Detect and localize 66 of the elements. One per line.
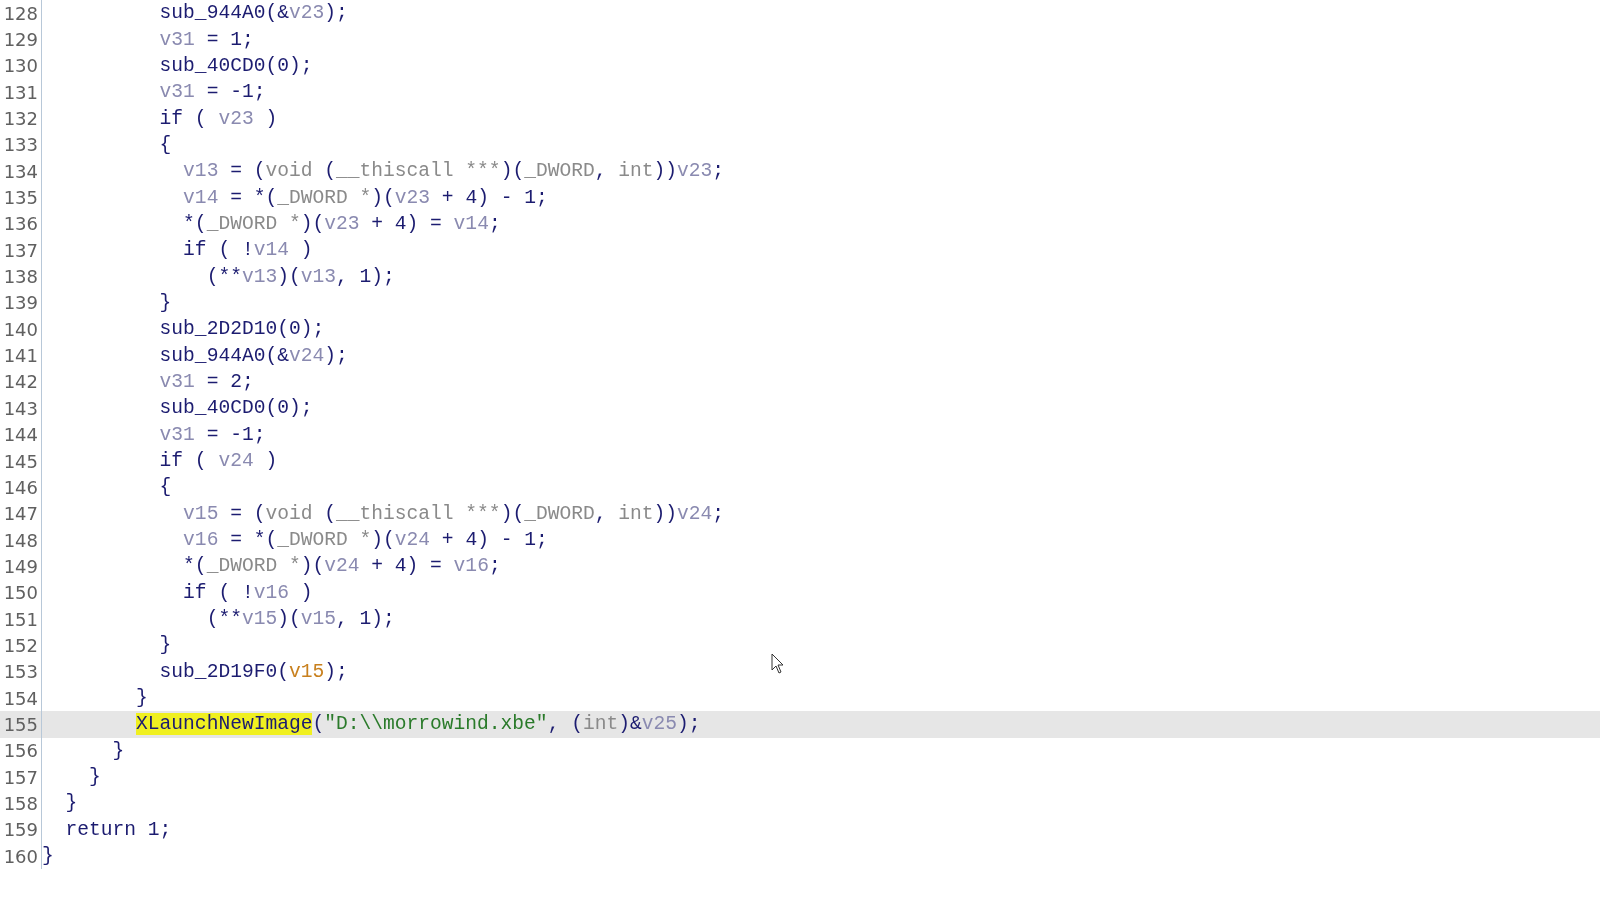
code-line: } xyxy=(64,791,78,817)
line-number: 136 xyxy=(0,210,42,238)
line-number: 140 xyxy=(0,316,42,343)
code-line: v31 = 2; xyxy=(158,370,254,395)
line-number: 147 xyxy=(0,500,42,527)
line-number: 135 xyxy=(0,184,42,211)
code-line: v31 = -1; xyxy=(158,80,266,106)
line-number: 152 xyxy=(0,632,42,659)
code-line: if ( !v16 ) xyxy=(182,580,313,606)
code-line: sub_944A0(&v23); xyxy=(158,1,348,27)
code-line: if ( v24 ) xyxy=(158,449,278,474)
line-number: 145 xyxy=(0,447,42,475)
code-line: v14 = *(_DWORD *)(v23 + 4) - 1; xyxy=(182,185,548,211)
code-line: sub_2D19F0(v15); xyxy=(158,659,348,685)
line-number: 130 xyxy=(0,52,42,80)
code-line: if ( !v14 ) xyxy=(182,238,313,264)
code-line: { xyxy=(158,475,172,501)
code-line: (**v13)(v13, 1); xyxy=(205,264,395,290)
line-number: 137 xyxy=(0,237,42,264)
line-number: 146 xyxy=(0,474,42,501)
code-line: { xyxy=(158,132,172,158)
code-line: v13 = (void (__thiscall ***)(_DWORD, int))v23; xyxy=(182,159,725,185)
code-line: } xyxy=(158,290,172,316)
code-line: v31 = -1; xyxy=(158,422,266,448)
line-number: 160 xyxy=(0,843,42,870)
code-line: *(_DWORD *)(v24 + 4) = v16; xyxy=(182,554,501,580)
line-number: 139 xyxy=(0,289,42,317)
code-line: sub_40CD0(0); xyxy=(158,396,313,422)
code-line: } xyxy=(111,738,125,764)
code-line: } xyxy=(88,765,101,791)
line-number: 129 xyxy=(0,26,42,53)
line-number: 158 xyxy=(0,790,42,817)
code-line: v16 = *(_DWORD *)(v24 + 4) - 1; xyxy=(182,528,548,554)
line-number: 134 xyxy=(0,158,42,185)
line-number: 133 xyxy=(0,131,42,159)
line-number: 131 xyxy=(0,79,42,106)
line-number: 155 xyxy=(0,711,42,738)
code-line: } xyxy=(158,633,172,659)
line-number: 153 xyxy=(0,658,42,685)
line-number: 151 xyxy=(0,605,42,633)
code-line: XLaunchNewImage("D:\\morrowind.xbe", (int)&v25); xyxy=(135,712,701,738)
line-number: 159 xyxy=(0,816,42,843)
code-line: sub_40CD0(0); xyxy=(158,53,313,79)
line-number: 149 xyxy=(0,553,42,580)
line-number: 141 xyxy=(0,342,42,369)
code-line: v15 = (void (__thiscall ***)(_DWORD, int))v24; xyxy=(182,501,725,527)
line-number: 128 xyxy=(0,0,42,27)
code-line: (**v15)(v15, 1); xyxy=(205,607,395,633)
line-number: 132 xyxy=(0,105,42,132)
line-number: 148 xyxy=(0,526,42,554)
line-number: 142 xyxy=(0,368,42,396)
code-line: return 1; xyxy=(64,817,172,843)
line-number: 156 xyxy=(0,737,42,764)
code-line: v31 = 1; xyxy=(158,27,254,53)
code-line: *(_DWORD *)(v23 + 4) = v14; xyxy=(182,211,501,237)
mouse-pointer-icon xyxy=(771,653,785,675)
line-number: 157 xyxy=(0,763,42,791)
line-number: 150 xyxy=(0,579,42,606)
line-number: 138 xyxy=(0,263,42,290)
code-line: } xyxy=(42,844,54,870)
code-line: } xyxy=(135,686,148,712)
code-line: if ( v23 ) xyxy=(158,106,278,132)
code-line: sub_2D2D10(0); xyxy=(158,317,325,343)
line-number: 143 xyxy=(0,395,42,422)
line-number: 144 xyxy=(0,421,42,448)
code-line: sub_944A0(&v24); xyxy=(158,343,348,369)
